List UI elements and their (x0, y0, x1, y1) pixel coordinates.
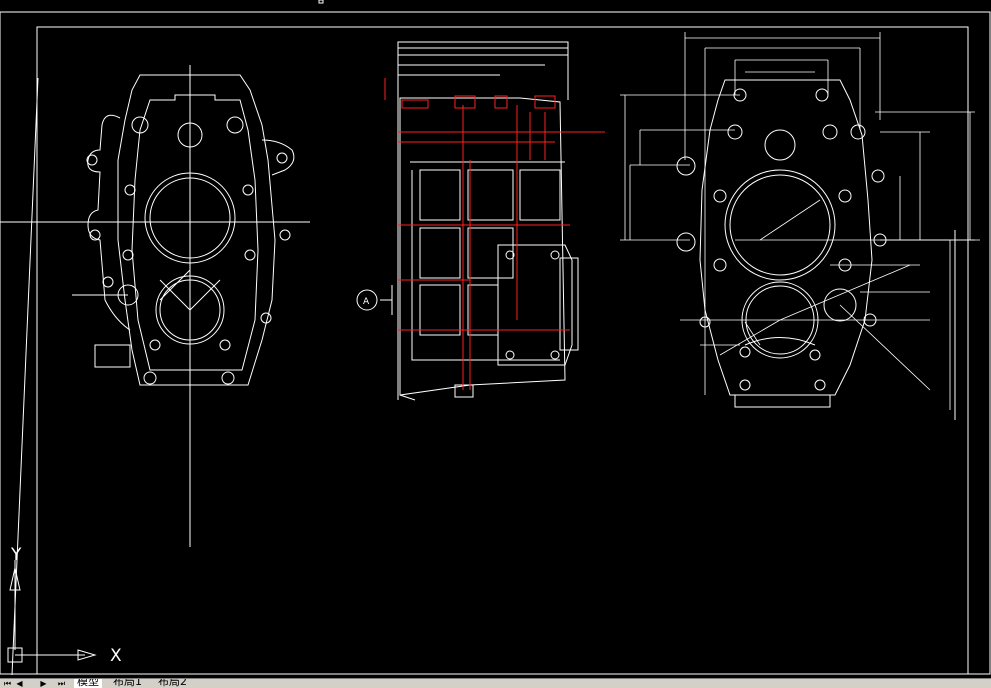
ucs-x-label: X (110, 646, 122, 666)
ucs-y-label: Y (11, 545, 22, 565)
section-marker-label: A (363, 297, 370, 307)
drawing-canvas[interactable]: A (0, 0, 991, 678)
